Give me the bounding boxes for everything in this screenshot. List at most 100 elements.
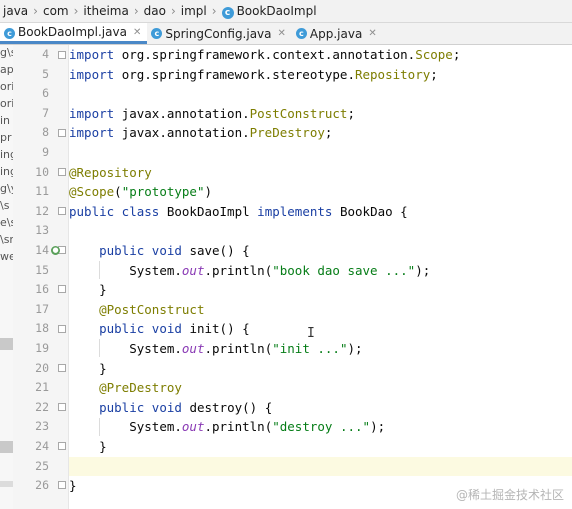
tab-app[interactable]: c App.java ✕ [292,23,383,44]
code-line: import javax.annotation.PostConstruct; [69,104,355,124]
punct: ); [370,419,386,435]
tab-springconfig[interactable]: c SpringConfig.java ✕ [147,23,292,44]
fold-marker-icon[interactable] [58,129,66,137]
text-cursor-icon: I [307,326,315,341]
close-icon[interactable]: ✕ [278,28,286,39]
indent-guide [99,339,100,357]
method-signature: init() { [189,321,250,337]
class-ref: PostConstruct [249,105,348,121]
fold-marker-icon[interactable] [58,364,66,372]
class-ref: Scope [415,47,453,62]
project-panel-fragment[interactable]: ori [0,96,13,112]
chevron-right-icon: › [211,4,217,18]
editor-tab-bar: c BookDaoImpl.java ✕ c SpringConfig.java… [0,23,572,45]
punct: ); [347,341,363,356]
brace: } [69,478,77,494]
fold-marker-icon[interactable] [58,325,66,333]
punct: ; [347,105,355,121]
project-panel-fragment[interactable]: ori [0,79,13,95]
static-field: out [181,419,205,435]
brace: } [99,439,107,454]
static-field: out [181,262,205,278]
class-ref: System. [129,419,182,435]
close-icon[interactable]: ✕ [133,27,141,38]
project-panel-fragment[interactable]: \sr [0,232,13,248]
line-number: 25 [35,458,49,473]
fold-marker-icon[interactable] [58,442,66,450]
breadcrumb-item-current[interactable]: c BookDaoImpl [219,4,320,19]
project-panel-fragment[interactable]: ing [0,164,13,180]
line-number: 26 [35,478,49,493]
project-panel-fragment[interactable]: ap [0,62,13,78]
tab-bookdaoimpl[interactable]: c BookDaoImpl.java ✕ [0,23,148,44]
breadcrumb-item[interactable]: java [0,4,31,18]
interface-name: BookDao { [339,203,408,219]
fold-marker-icon[interactable] [58,168,66,176]
class-ref: PreDestroy [249,125,325,141]
package-path: javax.annotation. [121,105,250,121]
keyword: import [69,47,115,62]
fold-marker-icon[interactable] [58,403,66,411]
project-panel-fragment[interactable]: g\y [0,181,13,197]
code-line: public class BookDaoImpl implements Book… [69,202,408,222]
annotation: @PreDestroy [99,380,182,396]
code-line: } [69,437,107,457]
line-number-gutter[interactable]: 4 5 6 7 8 9 10 11 12 13 14 15 16 17 18 1… [13,45,69,509]
method-call: .println( [204,419,273,435]
code-line: } [69,476,77,496]
line-number: 18 [35,321,49,336]
project-panel-fragment[interactable]: we [0,249,13,265]
fold-marker-icon[interactable] [58,285,66,293]
line-number: 19 [35,341,49,355]
line-number: 8 [42,125,49,140]
keyword: import [69,105,115,121]
code-line: @Repository [69,163,152,183]
class-ref: System. [129,341,182,356]
keyword: implements [257,203,333,219]
annotation: @Scope [69,184,115,200]
code-line: System.out.println("book dao save ..."); [69,261,430,281]
method-signature: save() { [189,243,250,258]
project-panel-edge: g\s ap ori ori in pr ing ing g\y \s e\s … [0,45,13,509]
breadcrumb-item[interactable]: itheima [80,4,131,18]
punct: ; [324,125,333,141]
code-editor[interactable]: import org.springframework.context.annot… [69,45,572,509]
line-number: 5 [42,66,49,81]
fold-marker-icon[interactable] [58,481,66,489]
code-line: import javax.annotation.PreDestroy; [69,123,332,143]
code-line: @PreDestroy [69,378,182,398]
fold-marker-icon[interactable] [58,207,66,215]
project-panel-fragment[interactable]: e\s [0,215,13,231]
line-number: 23 [35,419,49,434]
code-line: } [69,280,107,300]
fold-marker-icon[interactable] [58,51,66,59]
class-icon: c [151,28,163,39]
project-panel-fragment[interactable]: ing [0,147,13,163]
code-line: } [69,359,107,379]
breadcrumb-item[interactable]: dao [141,4,169,18]
project-panel-fragment[interactable]: \s [0,198,13,214]
static-field: out [181,341,205,356]
close-icon[interactable]: ✕ [368,28,376,39]
brace: } [99,360,107,376]
string-literal: "book dao save ..." [272,262,416,278]
project-panel-fragment[interactable]: g\s [0,45,13,61]
line-number: 24 [35,439,49,453]
line-number: 20 [35,360,49,375]
class-icon: c [4,28,15,39]
line-number: 16 [35,282,49,297]
line-number: 7 [42,105,49,120]
breadcrumb-item[interactable]: impl [178,4,210,18]
package-path: org.springframework.stereotype. [121,66,355,82]
line-number: 4 [42,47,49,61]
project-panel-fragment[interactable]: in [0,113,13,129]
breadcrumb-item[interactable]: com [40,4,72,18]
current-line-highlight[interactable] [69,456,572,477]
project-panel-fragment[interactable]: pr [0,130,13,146]
code-line: System.out.println("init ..."); [69,339,363,359]
punct: ) [204,184,213,200]
tab-label: BookDaoImpl.java [18,25,127,39]
bean-method-icon[interactable]: ● [51,246,60,255]
line-number: 9 [42,145,49,159]
chevron-right-icon: › [33,4,38,18]
